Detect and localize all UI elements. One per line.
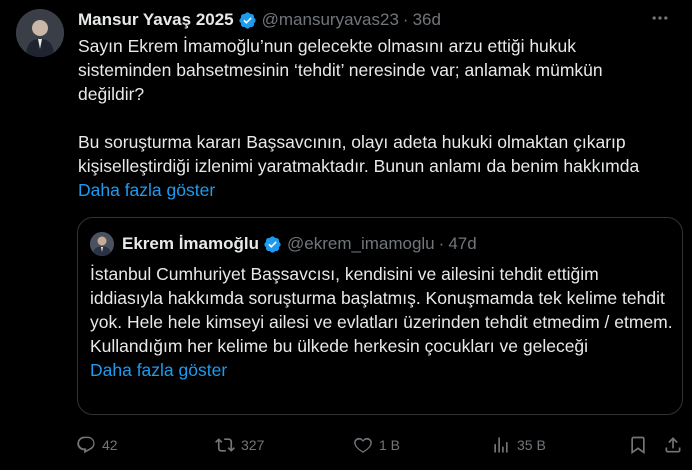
bookmark-button[interactable]	[628, 430, 654, 460]
quoted-show-more-link[interactable]: Daha fazla göster	[90, 358, 675, 382]
views-icon	[494, 437, 508, 453]
tweet-header: Mansur Yavaş 2025 @mansuryavas23 · 36d	[78, 9, 441, 31]
like-count: 1 B	[379, 437, 401, 453]
tweet-paragraph-1: Sayın Ekrem İmamoğlu’nun gelecekte olmas…	[78, 36, 603, 104]
quoted-author-name[interactable]: Ekrem İmamoğlu	[122, 234, 259, 254]
repost-count: 327	[241, 437, 265, 453]
author-name[interactable]: Mansur Yavaş 2025	[78, 10, 234, 30]
quoted-tweet-time[interactable]: 47d	[448, 234, 476, 254]
reply-icon	[77, 436, 95, 454]
like-button[interactable]: 1 B	[353, 430, 400, 460]
show-more-link[interactable]: Daha fazla göster	[78, 178, 668, 202]
share-icon	[665, 437, 681, 453]
tweet-text: Sayın Ekrem İmamoğlu’nun gelecekte olmas…	[78, 34, 668, 202]
author-avatar[interactable]	[16, 9, 64, 57]
quoted-author-avatar[interactable]	[90, 232, 114, 256]
views-count: 35 B	[517, 437, 546, 453]
more-options-icon[interactable]	[648, 6, 672, 30]
share-button[interactable]	[663, 430, 689, 460]
bookmark-icon	[631, 436, 645, 455]
author-handle[interactable]: @mansuryavas23	[262, 10, 399, 30]
verified-badge-icon[interactable]	[238, 11, 257, 30]
tweet-paragraph-2: Bu soruşturma kararı Başsavcının, olayı …	[78, 132, 640, 176]
like-icon	[354, 437, 372, 453]
quoted-author-handle[interactable]: @ekrem_imamoglu	[287, 234, 435, 254]
reply-button[interactable]: 42	[76, 430, 118, 460]
repost-icon	[215, 438, 235, 452]
tweet-action-bar: 42 327 1 B 35 B	[76, 430, 681, 460]
views-button[interactable]: 35 B	[491, 430, 546, 460]
quoted-tweet-header: Ekrem İmamoğlu @ekrem_imamoglu · 47d	[90, 232, 477, 256]
tweet-time[interactable]: 36d	[413, 10, 441, 30]
separator-dot: ·	[402, 10, 409, 29]
quoted-tweet-body: İstanbul Cumhuriyet Başsavcısı, kendisin…	[90, 264, 673, 356]
quoted-tweet-text: İstanbul Cumhuriyet Başsavcısı, kendisin…	[90, 262, 675, 382]
reply-count: 42	[102, 437, 118, 453]
verified-badge-icon[interactable]	[263, 235, 282, 254]
repost-button[interactable]: 327	[215, 430, 264, 460]
quoted-tweet-card[interactable]: Ekrem İmamoğlu @ekrem_imamoglu · 47d İst…	[77, 217, 683, 415]
separator-dot: ·	[438, 234, 445, 253]
